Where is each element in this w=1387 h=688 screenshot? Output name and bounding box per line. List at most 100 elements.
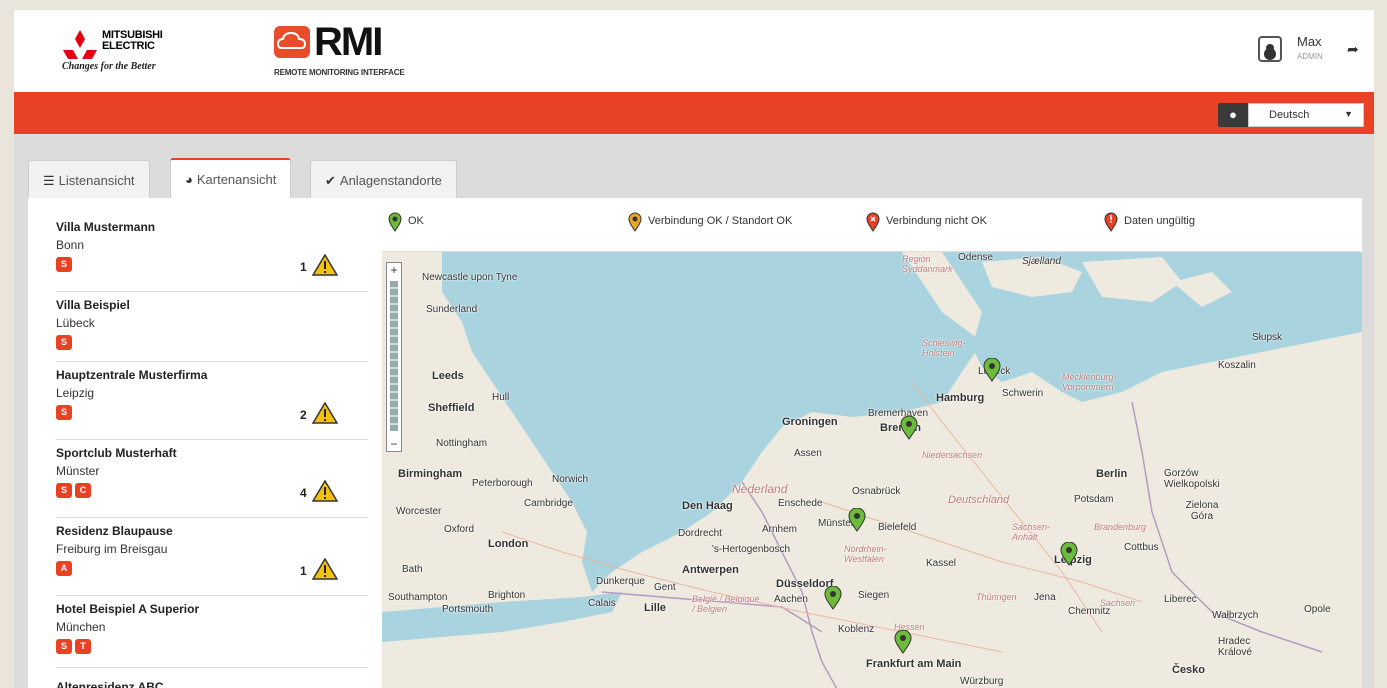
caret-down-icon: ▼: [1344, 109, 1353, 119]
pin-red-alert-icon: [1104, 212, 1118, 232]
site-item[interactable]: Villa Beispiel Lübeck S: [56, 298, 368, 362]
zoom-control[interactable]: + −: [386, 262, 402, 452]
map-label: Antwerpen: [682, 564, 739, 576]
status-badge: S: [56, 483, 72, 498]
map-marker-ok[interactable]: [983, 358, 1001, 382]
map-label: Bremerhaven: [868, 408, 929, 419]
alert-count: 2: [300, 408, 307, 422]
map-label: Hull: [492, 392, 510, 403]
status-badge: A: [56, 561, 72, 576]
cloud-icon: [274, 26, 310, 58]
rmi-logo-text: RMI: [314, 20, 383, 64]
site-badges: A: [56, 561, 72, 576]
map-label: Kassel: [926, 558, 957, 569]
map-label: Słupsk: [1252, 332, 1283, 343]
language-select[interactable]: Deutsch ▼: [1248, 103, 1364, 127]
warning-icon[interactable]: [312, 480, 338, 502]
brand-name: MITSUBISHI ELECTRIC: [102, 29, 163, 52]
zoom-slider[interactable]: [390, 281, 398, 431]
site-item[interactable]: Residenz Blaupause Freiburg im Breisgau …: [56, 524, 368, 596]
alert-count: 1: [300, 260, 307, 274]
map-label: Jena: [1034, 592, 1056, 603]
map-label: Würzburg: [960, 676, 1004, 687]
map-label: Bath: [402, 564, 423, 575]
map-label: Mecklenburg-Vorpommern: [1062, 372, 1117, 392]
zoom-out-button[interactable]: −: [387, 437, 401, 451]
map-label: Koszalin: [1218, 360, 1256, 371]
map-label: Brighton: [488, 590, 526, 601]
map-label: Odense: [958, 252, 994, 263]
tab-listenansicht[interactable]: ☰ Listenansicht: [28, 160, 150, 198]
map-marker-ok[interactable]: [1060, 542, 1078, 566]
map-marker-ok[interactable]: [900, 416, 918, 440]
pin-red-x-icon: [866, 212, 880, 232]
map-label: Cambridge: [524, 498, 573, 509]
map-legend: OK Verbindung OK / Standort OK Verbindun…: [382, 198, 1360, 252]
user-name[interactable]: Max: [1297, 34, 1322, 49]
map-label: Osnabrück: [852, 486, 901, 497]
site-badges: S: [56, 257, 72, 272]
main-content: Villa Mustermann Bonn S 1 Villa Beispiel…: [28, 198, 1362, 688]
site-item[interactable]: Altenresidenz ABC: [56, 680, 368, 688]
map-label: Liberec: [1164, 594, 1197, 605]
map-label: Niedersachsen: [922, 450, 983, 460]
map-view[interactable]: + − Newcastle upon Tyne Sunderland Leeds…: [382, 252, 1362, 688]
mitsubishi-diamonds-icon: [63, 30, 97, 59]
map-label: Hradec Králové: [1218, 636, 1252, 658]
map-label: Region Syddanmark: [902, 254, 953, 274]
site-item[interactable]: Hauptzentrale Musterfirma Leipzig S 2: [56, 368, 368, 440]
list-icon: ☰: [43, 173, 55, 188]
map-label: Lille: [644, 602, 667, 614]
map-label: Gent: [654, 582, 676, 593]
map-label: Newcastle upon Tyne: [422, 272, 518, 283]
status-badge: S: [56, 257, 72, 272]
map-label: Gorzów Wielkopolski: [1164, 468, 1220, 490]
map-label: Sunderland: [426, 304, 478, 315]
map-label: Thüringen: [976, 592, 1017, 602]
map-label: Assen: [794, 448, 822, 459]
map-label: Calais: [588, 598, 616, 609]
map-label: Sheffield: [428, 402, 475, 414]
map-label: Bielefeld: [878, 522, 917, 533]
logout-icon[interactable]: ➦: [1347, 41, 1359, 58]
map-label: Southampton: [388, 592, 448, 603]
map-label: Dordrecht: [678, 528, 722, 539]
warning-icon[interactable]: [312, 558, 338, 580]
map-label: Groningen: [782, 416, 838, 428]
pin-orange-icon: [628, 212, 642, 232]
tab-kartenansicht[interactable]: ◕ Kartenansicht: [170, 158, 292, 198]
map-marker-ok[interactable]: [848, 508, 866, 532]
rmi-logo: RMI REMOTE MONITORING INTERFACE: [272, 20, 422, 84]
status-badge: T: [75, 639, 91, 654]
site-item[interactable]: Hotel Beispiel A Superior München S T: [56, 602, 368, 668]
site-badges: S C: [56, 483, 91, 498]
site-item[interactable]: Sportclub Musterhaft Münster S C 4: [56, 446, 368, 518]
map-label: Nederland: [732, 482, 788, 496]
map-label: Nottingham: [436, 438, 488, 449]
pin-green-icon: [388, 212, 402, 232]
map-marker-ok[interactable]: [824, 586, 842, 610]
map-label: Deutschland: [948, 494, 1010, 506]
legend-item-data-invalid: Daten ungültig: [1104, 212, 1195, 232]
map-label: Siegen: [858, 590, 890, 601]
map-label: Norwich: [552, 474, 589, 485]
warning-icon[interactable]: [312, 402, 338, 424]
map-label: Worcester: [396, 506, 442, 517]
map-marker-ok[interactable]: [894, 630, 912, 654]
status-badge: C: [75, 483, 91, 498]
check-icon: ✔: [325, 173, 336, 188]
map-label: Koblenz: [838, 624, 875, 635]
status-badge: S: [56, 335, 72, 350]
tab-anlagenstandorte[interactable]: ✔ Anlagenstandorte: [310, 160, 457, 198]
map-label: Wałbrzych: [1212, 610, 1259, 621]
alert-count: 1: [300, 564, 307, 578]
site-badges: S T: [56, 639, 91, 654]
zoom-in-button[interactable]: +: [387, 263, 401, 277]
site-item[interactable]: Villa Mustermann Bonn S 1: [56, 220, 368, 292]
globe-icon[interactable]: ●: [1218, 103, 1248, 127]
map-label: Frankfurt am Main: [866, 658, 962, 670]
user-avatar-icon[interactable]: [1258, 36, 1282, 62]
map-label: Dunkerque: [596, 576, 645, 587]
map-label: België / Belgique / Belgien: [692, 594, 760, 614]
warning-icon[interactable]: [312, 254, 338, 276]
